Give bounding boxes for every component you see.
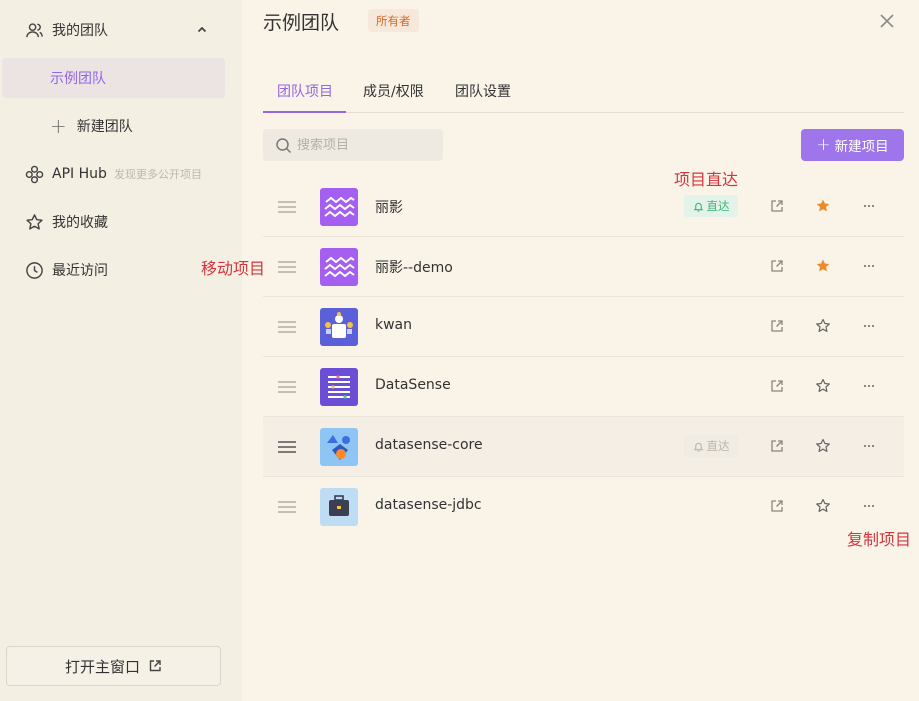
annotation-copy-project: 复制项目 <box>847 530 912 549</box>
sidebar-item-label: 示例团队 <box>50 71 106 87</box>
open-external-icon[interactable] <box>769 318 785 334</box>
my-team-label: 我的团队 <box>52 23 108 39</box>
more-icon[interactable] <box>861 198 877 214</box>
direct-label: 直达 <box>706 439 730 453</box>
project-row[interactable]: 丽影--demo <box>263 237 904 297</box>
open-external-icon[interactable] <box>769 438 785 454</box>
project-row[interactable]: kwan <box>263 297 904 357</box>
project-name[interactable]: DataSense <box>375 377 451 393</box>
api-hub-hint: 发现更多公开项目 <box>114 168 202 181</box>
more-icon[interactable] <box>861 378 877 394</box>
open-external-icon[interactable] <box>769 258 785 274</box>
drag-handle-icon[interactable] <box>277 259 297 275</box>
chevron-up-icon[interactable] <box>195 23 209 37</box>
bell-icon <box>693 202 703 212</box>
star-outline-icon[interactable] <box>815 318 831 334</box>
project-avatar <box>320 428 358 466</box>
sidebar: 我的团队 示例团队 + 新建团队 API Hub 发现更多公开项目 我的收藏 最… <box>0 0 242 701</box>
direct-access-badge[interactable]: 直达 <box>684 435 738 457</box>
project-name[interactable]: datasense-core <box>375 437 483 453</box>
tab-team-settings[interactable]: 团队设置 <box>455 81 511 101</box>
open-main-window-button[interactable]: 打开主窗口 <box>6 646 221 686</box>
star-outline-icon[interactable] <box>815 498 831 514</box>
page-title: 示例团队 <box>263 12 340 34</box>
project-avatar <box>320 368 358 406</box>
owner-badge: 所有者 <box>368 9 419 32</box>
direct-label: 直达 <box>706 199 730 213</box>
tab-bar: 团队项目 成员/权限 团队设置 <box>263 70 904 113</box>
plus-icon: + <box>50 114 67 138</box>
drag-handle-icon[interactable] <box>277 439 297 455</box>
project-name[interactable]: 丽影 <box>375 197 403 217</box>
drag-handle-icon[interactable] <box>277 499 297 515</box>
clock-icon <box>26 262 43 279</box>
search-box[interactable] <box>263 129 443 161</box>
new-project-button[interactable]: + 新建项目 <box>801 129 904 161</box>
my-team-toggle[interactable]: 我的团队 <box>0 10 242 50</box>
external-link-icon <box>149 660 161 672</box>
star-outline-icon[interactable] <box>815 438 831 454</box>
more-icon[interactable] <box>861 258 877 274</box>
recent-label: 最近访问 <box>52 263 108 279</box>
project-row[interactable]: datasense-jdbc <box>263 477 904 537</box>
team-icon <box>26 23 43 38</box>
drag-handle-icon[interactable] <box>277 199 297 215</box>
close-icon[interactable] <box>878 12 896 30</box>
annotation-project-direct: 项目直达 <box>674 170 739 189</box>
project-row[interactable]: 丽影 直达 <box>263 177 904 237</box>
open-main-label: 打开主窗口 <box>64 657 140 676</box>
bell-icon <box>693 442 703 452</box>
search-input[interactable] <box>297 137 427 153</box>
more-icon[interactable] <box>861 318 877 334</box>
more-icon[interactable] <box>861 438 877 454</box>
drag-handle-icon[interactable] <box>277 319 297 335</box>
api-hub-icon <box>25 165 44 184</box>
tab-team-projects[interactable]: 团队项目 <box>277 81 333 101</box>
star-icon <box>26 214 43 230</box>
sidebar-item-api-hub[interactable]: API Hub 发现更多公开项目 <box>0 154 242 194</box>
annotation-move-project: 移动项目 <box>201 259 266 278</box>
star-outline-icon[interactable] <box>815 378 831 394</box>
project-name[interactable]: datasense-jdbc <box>375 497 482 513</box>
more-icon[interactable] <box>861 498 877 514</box>
star-filled-icon[interactable] <box>815 258 831 274</box>
project-avatar <box>320 308 358 346</box>
search-icon <box>276 137 292 153</box>
star-filled-icon[interactable] <box>815 198 831 214</box>
tab-members-permissions[interactable]: 成员/权限 <box>363 81 424 101</box>
active-tab-indicator <box>263 111 346 113</box>
open-external-icon[interactable] <box>769 198 785 214</box>
open-external-icon[interactable] <box>769 498 785 514</box>
project-avatar <box>320 488 358 526</box>
favorites-label: 我的收藏 <box>52 215 108 231</box>
new-project-label: 新建项目 <box>834 139 889 155</box>
new-team-label: 新建团队 <box>76 119 133 135</box>
direct-access-badge[interactable]: 直达 <box>684 195 738 217</box>
api-hub-label: API Hub <box>52 166 107 182</box>
project-row[interactable]: DataSense <box>263 357 904 417</box>
drag-handle-icon[interactable] <box>277 379 297 395</box>
project-name[interactable]: kwan <box>375 317 412 333</box>
new-team-button[interactable]: + 新建团队 <box>50 106 133 146</box>
project-avatar <box>320 188 358 226</box>
open-external-icon[interactable] <box>769 378 785 394</box>
plus-icon: + <box>816 135 831 155</box>
project-row[interactable]: datasense-core 直达 <box>263 417 904 477</box>
sidebar-item-example-team[interactable]: 示例团队 <box>2 58 225 98</box>
project-name[interactable]: 丽影--demo <box>375 257 453 277</box>
project-avatar <box>320 248 358 286</box>
sidebar-item-favorites[interactable]: 我的收藏 <box>0 202 242 242</box>
